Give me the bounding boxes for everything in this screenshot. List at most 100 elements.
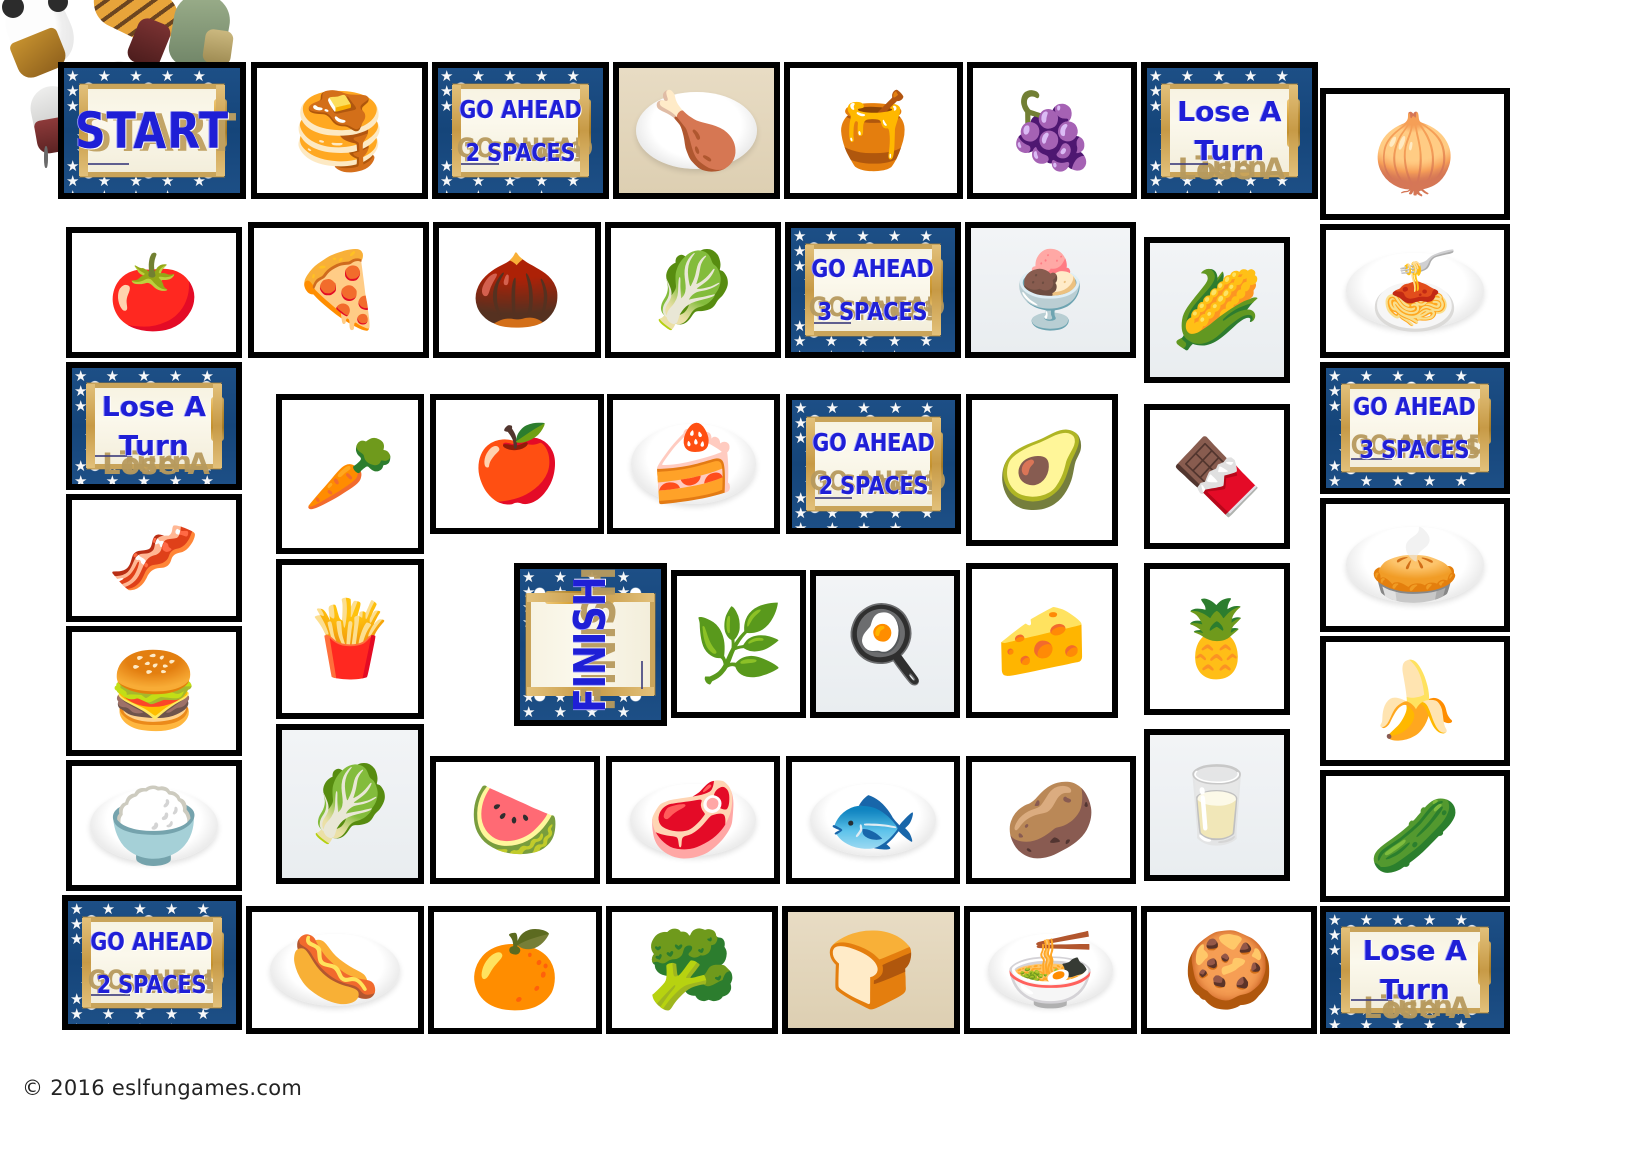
hotdog-tile[interactable]: 🌭 xyxy=(246,906,424,1034)
watermelon-tile[interactable]: 🍉 xyxy=(430,756,600,884)
go-ahead-2-tile-top[interactable]: ★ ★ ★ ★ ★ ★ ★ ★ ★ ★ ★ ★ ★ ★ ★ ★ ★ ★ ★ ★ … xyxy=(432,62,609,199)
steak-image: 🥩 xyxy=(646,778,740,861)
tassel-decoration xyxy=(211,397,225,442)
parchment-scroll: Lose A Turn Lose A Turn xyxy=(1341,927,1491,1025)
corn-tile[interactable]: 🌽 xyxy=(1144,237,1290,383)
cucumber-tile[interactable]: 🥒 xyxy=(1320,770,1510,902)
tile-inner: 🍞 xyxy=(788,912,954,1028)
tile-inner: 🍫 xyxy=(1150,410,1284,543)
avocado-tile[interactable]: 🥑 xyxy=(966,394,1118,546)
almonds-image: 🌰 xyxy=(470,248,564,331)
noodles-image: 🍜 xyxy=(1004,928,1097,1011)
action-line-1: GO AHEAD xyxy=(811,254,935,283)
tile-inner: ★ ★ ★ ★ ★ ★ ★ ★ ★ ★ ★ ★ ★ ★ ★ ★ ★ ★ ★ ★ … xyxy=(72,368,236,484)
tile-inner: 🍟 xyxy=(282,565,418,713)
tile-inner: 🍨 xyxy=(971,228,1130,352)
food-photo: 🍯 xyxy=(790,68,957,193)
action-line-2: 3 SPACES xyxy=(1360,435,1470,464)
food-photo: 🧀 xyxy=(972,569,1112,712)
tile-inner: 🍝 xyxy=(1326,230,1504,352)
finish-rotation-wrapper: FINISH FINISH xyxy=(520,569,661,715)
tile-inner: 🥦 xyxy=(612,912,772,1028)
food-photo: 🍍 xyxy=(1150,569,1284,709)
banana-image: 🍌 xyxy=(1368,659,1462,742)
tomato-tile[interactable]: 🍅 xyxy=(66,227,242,358)
tile-inner: 🍅 xyxy=(72,233,236,352)
food-photo: 🍨 xyxy=(971,228,1130,352)
action-line-1: GO AHEAD xyxy=(812,428,935,457)
go-ahead-2-tile-mid[interactable]: ★ ★ ★ ★ ★ ★ ★ ★ ★ ★ ★ ★ ★ ★ ★ ★ ★ ★ ★ ★ … xyxy=(786,394,961,534)
honey-image: 🍯 xyxy=(827,88,920,172)
pie-tile[interactable]: 🥧 xyxy=(1320,498,1510,632)
lose-turn-tile-right[interactable]: ★ ★ ★ ★ ★ ★ ★ ★ ★ ★ ★ ★ ★ ★ ★ ★ ★ ★ ★ ★ … xyxy=(1320,906,1510,1034)
ice-cream-tile[interactable]: 🍨 xyxy=(965,222,1136,358)
bacon-tile[interactable]: 🥓 xyxy=(66,494,242,622)
food-photo: 🍟 xyxy=(282,565,418,713)
lose-turn-tile-top[interactable]: ★ ★ ★ ★ ★ ★ ★ ★ ★ ★ ★ ★ ★ ★ ★ ★ ★ ★ ★ ★ … xyxy=(1141,62,1318,199)
fried-egg-tile[interactable]: 🍳 xyxy=(810,570,960,718)
tile-inner: 🥛 xyxy=(1150,735,1284,875)
honey-tile[interactable]: 🍯 xyxy=(784,62,963,199)
tile-inner: 🥧 xyxy=(1326,504,1504,626)
tile-inner: 🥞 xyxy=(257,68,422,193)
finish-tile[interactable]: ★ ★ ★ ★ ★ ★ ★ ★ ★ ★ ★ ★ ★ ★ ★ ★ ★ ★ ★ ★ … xyxy=(514,563,667,726)
banana-tile[interactable]: 🍌 xyxy=(1320,636,1510,766)
lose-turn-tile-left[interactable]: ★ ★ ★ ★ ★ ★ ★ ★ ★ ★ ★ ★ ★ ★ ★ ★ ★ ★ ★ ★ … xyxy=(66,362,242,490)
cake-tile[interactable]: 🍰 xyxy=(607,394,780,534)
carrots-tile[interactable]: 🥕 xyxy=(276,394,424,554)
spaghetti-tile[interactable]: 🍝 xyxy=(1320,224,1510,358)
french-fries-tile[interactable]: 🍟 xyxy=(276,559,424,719)
milk-tile[interactable]: 🥛 xyxy=(1144,729,1290,881)
food-photo: 🍇 xyxy=(973,68,1131,193)
tile-inner: 🥬 xyxy=(611,228,775,352)
tomato-image: 🍅 xyxy=(107,250,201,334)
cheeseburger-tile[interactable]: 🍔 xyxy=(66,626,242,756)
broccoli-tile[interactable]: 🥦 xyxy=(606,906,778,1034)
go-ahead-2-tile-bottom[interactable]: ★ ★ ★ ★ ★ ★ ★ ★ ★ ★ ★ ★ ★ ★ ★ ★ ★ ★ ★ ★ … xyxy=(62,895,242,1030)
pizza-tile[interactable]: 🍕 xyxy=(248,222,429,358)
food-photo: 🥛 xyxy=(1150,735,1284,875)
cookies-tile[interactable]: 🍪 xyxy=(1141,906,1317,1034)
chocolate-tile[interactable]: 🍫 xyxy=(1144,404,1290,549)
go-ahead-3-tile-right[interactable]: ★ ★ ★ ★ ★ ★ ★ ★ ★ ★ ★ ★ ★ ★ ★ ★ ★ ★ ★ ★ … xyxy=(1320,362,1510,494)
tile-inner: 🥩 xyxy=(612,762,774,878)
start-tile[interactable]: ★ ★ ★ ★ ★ ★ ★ ★ ★ ★ ★ ★ ★ ★ ★ ★ ★ ★ ★ ★ … xyxy=(58,62,246,199)
pineapple-tile[interactable]: 🍍 xyxy=(1144,563,1290,715)
tassel-decoration xyxy=(1477,941,1491,986)
rice-tile[interactable]: 🍚 xyxy=(66,760,242,891)
potato-chips-tile[interactable]: 🥔 xyxy=(966,756,1136,884)
action-line-1: GO AHEAD xyxy=(1353,392,1477,421)
tile-inner: ★ ★ ★ ★ ★ ★ ★ ★ ★ ★ ★ ★ ★ ★ ★ ★ ★ ★ ★ ★ … xyxy=(64,68,240,193)
food-photo: 🧅 xyxy=(1326,94,1504,214)
parchment-scroll: GO AHEAD 2 SPACES GO AHEAD 2 SPACES xyxy=(805,416,946,512)
parchment-scroll: START START xyxy=(75,84,236,177)
orange-tile[interactable]: 🍊 xyxy=(428,906,602,1034)
grapes-tile[interactable]: 🍇 xyxy=(967,62,1137,199)
copyright-notice: © 2016 eslfungames.com xyxy=(22,1076,303,1100)
hot-dog-image: 🌭 xyxy=(288,928,382,1011)
asparagus-tile[interactable]: 🌿 xyxy=(671,570,806,718)
parchment-scroll: Lose A Turn Lose A Turn xyxy=(1160,84,1301,186)
steak-tile[interactable]: 🥩 xyxy=(606,756,780,884)
tile-inner: 🍜 xyxy=(970,912,1131,1028)
celery-tile[interactable]: 🥬 xyxy=(276,724,424,884)
apple-tile[interactable]: 🍎 xyxy=(430,394,604,534)
noodles-tile[interactable]: 🍜 xyxy=(964,906,1137,1034)
action-line-1: START xyxy=(75,101,230,160)
food-photo: 🌰 xyxy=(439,228,595,352)
onion-tile[interactable]: 🧅 xyxy=(1320,88,1510,220)
game-board: ★ ★ ★ ★ ★ ★ ★ ★ ★ ★ ★ ★ ★ ★ ★ ★ ★ ★ ★ ★ … xyxy=(0,0,1632,1152)
go-ahead-3-tile-top[interactable]: ★ ★ ★ ★ ★ ★ ★ ★ ★ ★ ★ ★ ★ ★ ★ ★ ★ ★ ★ ★ … xyxy=(785,222,961,358)
cheeseburger-image: 🍔 xyxy=(107,649,201,732)
bread-tile[interactable]: 🍞 xyxy=(782,906,960,1034)
pancake-tile[interactable]: 🥞 xyxy=(251,62,428,199)
swiss-cheese-tile[interactable]: 🧀 xyxy=(966,563,1118,718)
fried-chicken-tile[interactable]: 🍗 xyxy=(613,62,780,199)
action-line-2: Turn xyxy=(119,429,189,462)
almonds-tile[interactable]: 🌰 xyxy=(433,222,601,358)
tile-inner: 🍚 xyxy=(72,766,236,885)
tile-inner: 🥬 xyxy=(282,730,418,878)
lettuce-tile[interactable]: 🥬 xyxy=(605,222,781,358)
orange-image: 🍊 xyxy=(468,928,562,1011)
sardines-tile[interactable]: 🐟 xyxy=(786,756,960,884)
